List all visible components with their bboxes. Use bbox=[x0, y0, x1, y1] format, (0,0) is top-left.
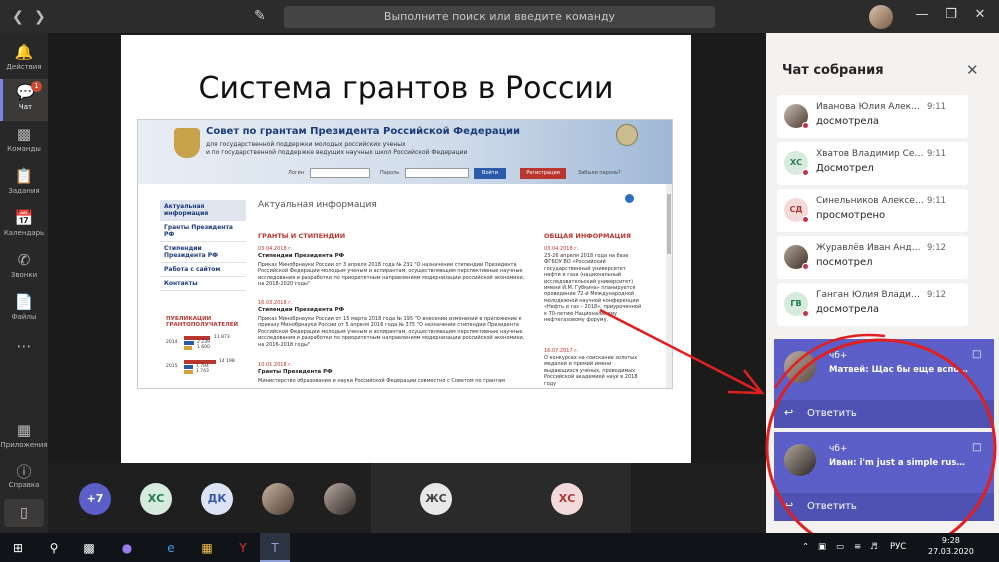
battery-icon[interactable]: ▭ bbox=[836, 542, 844, 552]
teams-taskbar-button[interactable]: T bbox=[260, 533, 290, 562]
windows-start-icon[interactable]: ⊞ bbox=[9, 539, 27, 557]
network-icon[interactable]: ≡ bbox=[854, 542, 861, 552]
teams-app-icon: T bbox=[271, 541, 279, 555]
windows-taskbar: ⊞ ⚲ ▩ ● e ▦ Y T ⌃ ▣ ▭ ≡ ♬ РУС 9:28 27.03… bbox=[0, 533, 999, 562]
edge-browser-icon[interactable]: e bbox=[162, 539, 180, 557]
volume-icon[interactable]: ♬ bbox=[870, 542, 878, 552]
red-annotation-circle bbox=[765, 333, 997, 558]
tray-chevron-icon[interactable]: ⌃ bbox=[802, 542, 809, 552]
search-icon[interactable]: ⚲ bbox=[45, 539, 63, 557]
camera-icon[interactable]: ▣ bbox=[818, 542, 826, 552]
taskbar-clock[interactable]: 9:28 27.03.2020 bbox=[928, 535, 974, 557]
task-view-icon[interactable]: ▩ bbox=[80, 539, 98, 557]
clock-date: 27.03.2020 bbox=[928, 547, 974, 556]
alice-assistant-icon[interactable]: ● bbox=[118, 539, 136, 557]
language-indicator[interactable]: РУС bbox=[890, 542, 906, 552]
file-explorer-icon[interactable]: ▦ bbox=[198, 539, 216, 557]
clock-time: 9:28 bbox=[941, 536, 960, 545]
yandex-browser-icon[interactable]: Y bbox=[234, 539, 252, 557]
teams-window: ❮ ❯ ✎ Выполните поиск или введите команд… bbox=[0, 0, 999, 562]
